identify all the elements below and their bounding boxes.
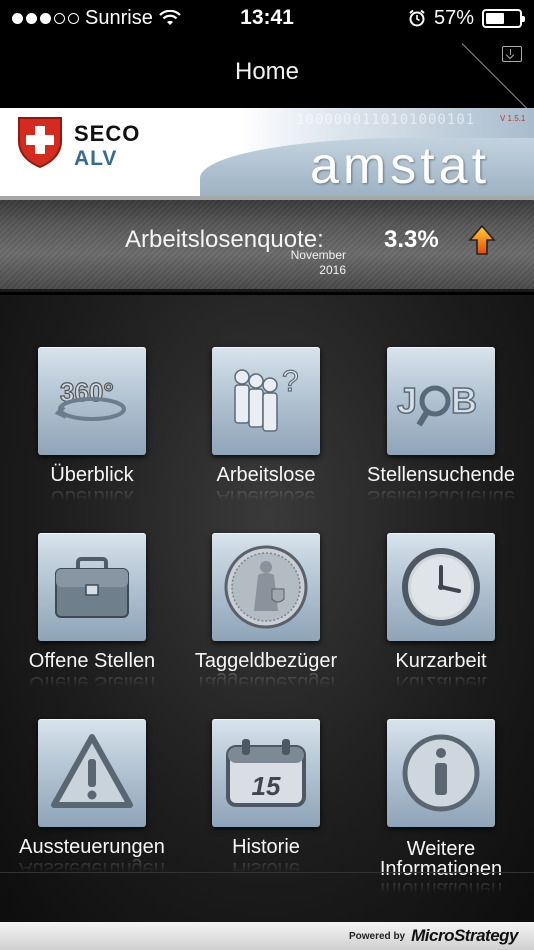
unemployment-rate-month: November bbox=[290, 248, 346, 262]
tile-label-arbeitslose: Arbeitslose bbox=[216, 464, 316, 486]
clock-icon[interactable] bbox=[387, 533, 495, 641]
status-bar: Sunrise 13:41 57% bbox=[0, 0, 534, 36]
tile-label-ueberblick: Überblick bbox=[50, 464, 134, 486]
tile-reflection: Offene Stellen bbox=[28, 672, 156, 694]
tile-reflection: Historie bbox=[232, 858, 300, 880]
page-title: Home bbox=[234, 58, 300, 85]
tile-label-historie: Historie bbox=[232, 836, 300, 858]
tile-label-informationen: Informationen bbox=[379, 858, 503, 880]
swiss-shield-icon bbox=[18, 117, 62, 169]
job-search-icon[interactable]: J B bbox=[387, 347, 495, 455]
version-label: V 1.5.1 bbox=[500, 114, 526, 123]
wifi-icon bbox=[159, 10, 181, 25]
main-menu-grid: 360° Überblick Überblick ? Arbeitslose A… bbox=[0, 295, 534, 923]
footer: Powered by MicroStrategy bbox=[0, 922, 534, 950]
tile-reflection: Kurzarbeit bbox=[395, 672, 487, 694]
carrier-name: Sunrise bbox=[85, 6, 153, 29]
binary-decoration: 1000000110101000101 bbox=[296, 112, 476, 128]
page-curl-corner[interactable] bbox=[462, 36, 534, 108]
tile-label-taggeldbezueger: Taggeldbezüger bbox=[194, 650, 338, 672]
tile-reflection: Stellensuchende bbox=[367, 486, 515, 508]
status-right: 57% bbox=[322, 6, 525, 30]
microstrategy-logo: MicroStrategy bbox=[411, 926, 518, 945]
status-time: 13:41 bbox=[240, 6, 294, 29]
briefcase-icon[interactable] bbox=[38, 533, 146, 641]
tile-label-kurzarbeit: Kurzarbeit bbox=[395, 650, 487, 672]
svg-text:B: B bbox=[451, 380, 477, 421]
tile-arbeitslose[interactable]: ? Arbeitslose Arbeitslose bbox=[181, 347, 351, 508]
info-icon[interactable] bbox=[387, 719, 495, 827]
battery-percent: 57% bbox=[433, 6, 474, 29]
navigation-bar: Home bbox=[0, 36, 534, 108]
signal-strength-icon bbox=[12, 12, 79, 24]
tile-reflection: Überblick bbox=[50, 486, 134, 508]
tile-stellensuchende[interactable]: J B Stellensuchende Stellensuchende bbox=[356, 347, 526, 508]
tile-offene-stellen[interactable]: Offene Stellen Offene Stellen bbox=[7, 533, 177, 694]
powered-by-label: Powered by bbox=[348, 930, 406, 942]
app-logo-text: amstat bbox=[310, 137, 491, 195]
svg-text:J: J bbox=[397, 380, 417, 421]
tile-label-offene-stellen: Offene Stellen bbox=[28, 650, 156, 672]
calendar-icon[interactable]: 15 bbox=[212, 719, 320, 827]
360-rotate-icon[interactable]: 360° bbox=[38, 347, 146, 455]
tile-historie[interactable]: 15 Historie Historie bbox=[181, 719, 351, 880]
tile-reflection: Taggeldbezüger bbox=[194, 672, 338, 694]
tile-reflection: Informationen bbox=[379, 878, 503, 900]
seco-label: SECO bbox=[74, 121, 141, 146]
tile-label-stellensuchende: Stellensuchende bbox=[367, 464, 515, 486]
download-icon[interactable] bbox=[502, 46, 522, 62]
people-question-icon[interactable]: ? bbox=[212, 347, 320, 455]
trend-up-arrow-icon bbox=[468, 224, 496, 255]
status-left: Sunrise bbox=[12, 7, 212, 30]
tile-kurzarbeit[interactable]: Kurzarbeit Kurzarbeit bbox=[356, 533, 526, 694]
tile-taggeldbezueger[interactable]: Taggeldbezüger Taggeldbezüger bbox=[181, 533, 351, 694]
warning-icon[interactable] bbox=[38, 719, 146, 827]
swiss-coin-icon[interactable] bbox=[212, 533, 320, 641]
tile-label-aussteuerungen: Aussteuerungen bbox=[19, 836, 165, 858]
svg-text:?: ? bbox=[282, 365, 299, 398]
unemployment-rate-year: 2016 bbox=[319, 263, 346, 277]
tile-reflection: Aussteuerungen bbox=[19, 858, 165, 880]
tile-ueberblick[interactable]: 360° Überblick Überblick bbox=[7, 347, 177, 508]
alarm-clock-icon bbox=[409, 9, 425, 27]
footer-divider bbox=[0, 872, 534, 873]
unemployment-rate-value: 3.3% bbox=[384, 226, 439, 253]
alv-label: ALV bbox=[74, 147, 118, 170]
battery-icon bbox=[482, 8, 525, 28]
tile-label-weitere: Weitere bbox=[406, 838, 476, 860]
calendar-day: 15 bbox=[252, 771, 281, 801]
tile-aussteuerungen[interactable]: Aussteuerungen Aussteuerungen bbox=[7, 719, 177, 880]
tile-reflection: Arbeitslose bbox=[216, 486, 316, 508]
